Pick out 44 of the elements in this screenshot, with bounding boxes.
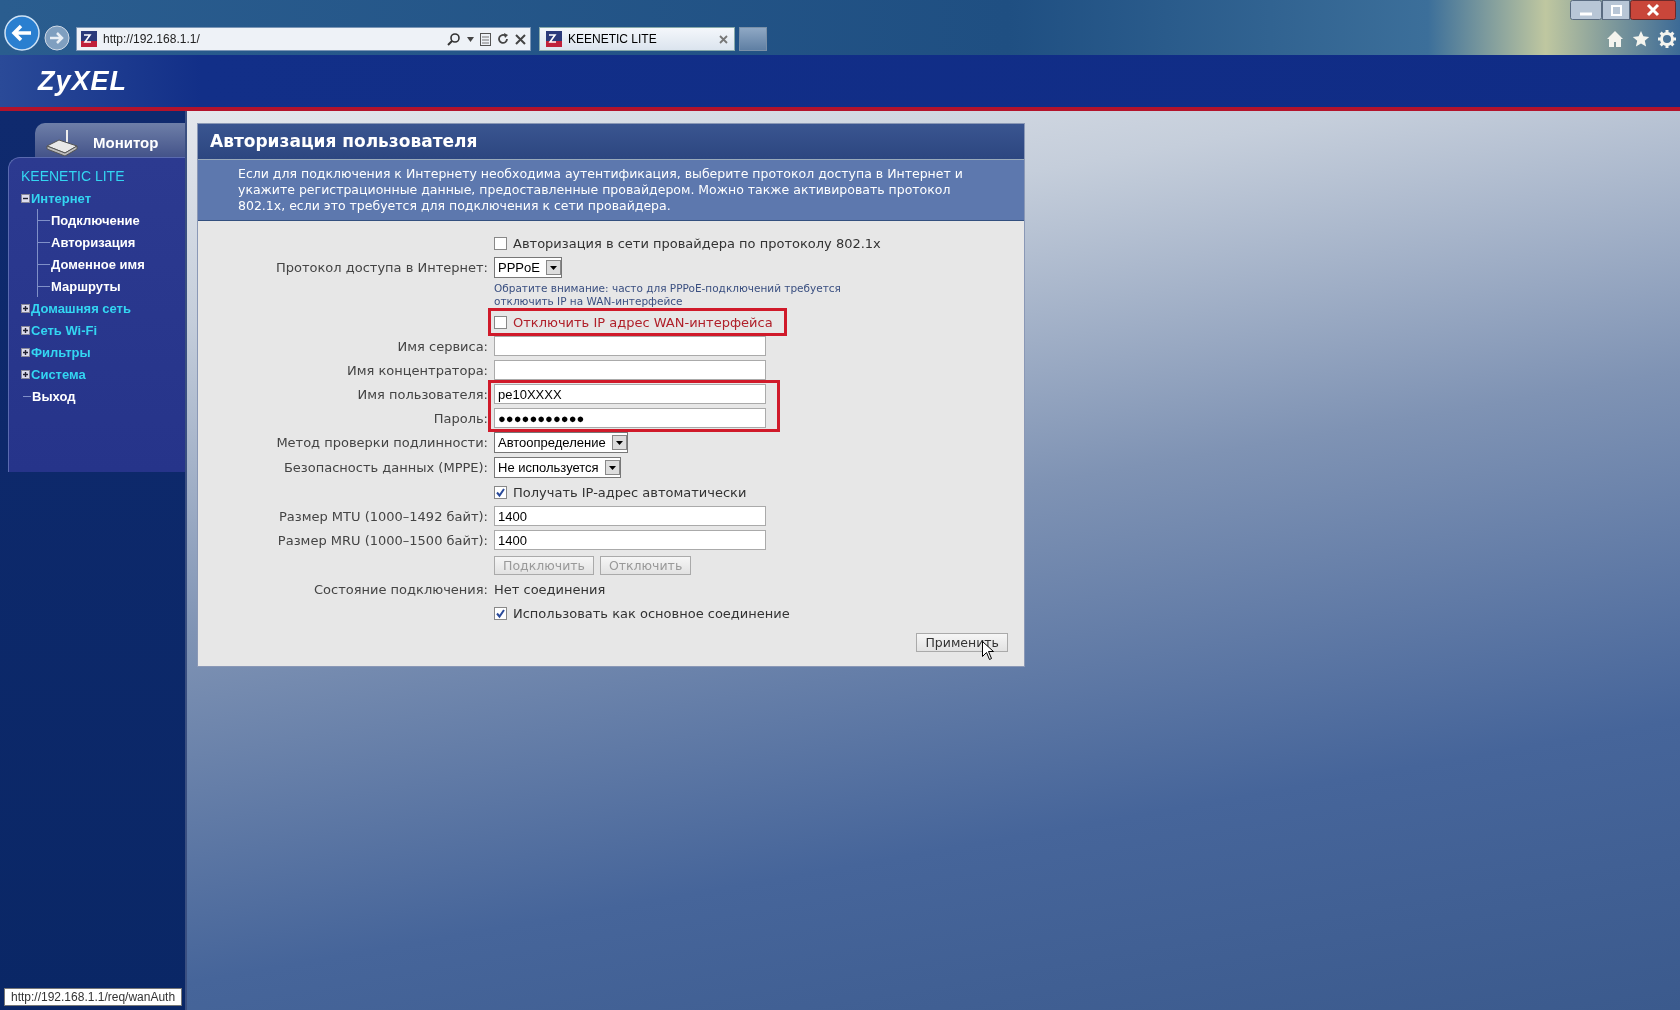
panel-title: Авторизация пользователя [198,124,1024,159]
input-field[interactable]: 1400 [494,506,766,526]
field-label: Состояние подключения: [313,581,488,597]
tab-title: KEENETIC LITE [568,32,657,46]
checkbox-label: Использовать как основное соединение [513,605,790,621]
zyxel-logo: ZyXEL [38,65,128,97]
url-text: http://192.168.1.1/ [103,32,200,46]
checkbox-label: Получать IP-адрес автоматически [513,484,747,500]
field-label: Метод проверки подлинности: [275,435,488,450]
input-field[interactable]: 1400 [494,530,766,550]
monitor-label: Монитор [93,133,159,151]
checkbox-label: Отключить IP адрес WAN-интерфейса [513,314,773,330]
status-url-tooltip: http://192.168.1.1/req/wanAuth [4,988,183,1006]
browser-tab[interactable]: KEENETIC LITE [539,27,735,51]
panel-description: Если для подключения к Интернету необходима аутентификация, выберите протокол доступа в Интернет и укажите регистрационные данные, предоставленные провайдером. Можно также активировать протокол 802.1x, если это требуется для подключения к сети провайдера. [198,159,1024,221]
dropdown[interactable]: Автоопределение [494,432,628,453]
field-label: Размер MRU (1000–1500 байт): [276,532,488,548]
field-label: Имя концентратора: [345,362,488,378]
hint-text: Обратите внимание: часто для PPPoE-подключений требуется отключить IP на WAN-интерфейсе [494,282,842,308]
field-label: Пароль: [432,410,488,426]
apply-button[interactable]: Применить [916,633,1008,652]
dropdown[interactable]: PPPoE [494,257,562,278]
address-bar[interactable]: http://192.168.1.1/ [76,27,531,51]
field-label: Протокол доступа в Интернет: [275,260,488,275]
menu-item[interactable]: Маршруты [51,278,121,294]
field-label: Имя сервиса: [396,338,488,354]
checkbox-label: Авторизация в сети провайдера по протоколу 802.1x [513,235,881,251]
menu-item[interactable]: Фильтры [31,344,91,360]
field-label: Размер MTU (1000–1492 байт): [277,508,488,524]
device-name: KEENETIC LITE [21,168,126,184]
menu-item[interactable]: Авторизация [51,234,136,250]
field-label: Имя пользователя: [356,386,488,402]
dropdown[interactable]: Не используется [494,457,621,478]
status-value: Нет соединения [494,581,606,597]
menu-item[interactable]: Система [31,366,86,382]
input-field[interactable]: ●●●●●●●●●●● [494,408,766,428]
menu-item[interactable]: Домашняя сеть [31,300,131,316]
menu-item[interactable]: Подключение [51,212,140,228]
menu-item[interactable]: Выход [32,388,76,404]
menu-item[interactable]: Интернет [31,190,91,206]
menu-item[interactable]: Сеть Wi-Fi [31,322,98,338]
menu-item[interactable]: Доменное имя [51,256,145,272]
field-label: Безопасность данных (MPPE): [282,460,488,475]
input-field[interactable]: pe10XXXX [494,384,766,404]
